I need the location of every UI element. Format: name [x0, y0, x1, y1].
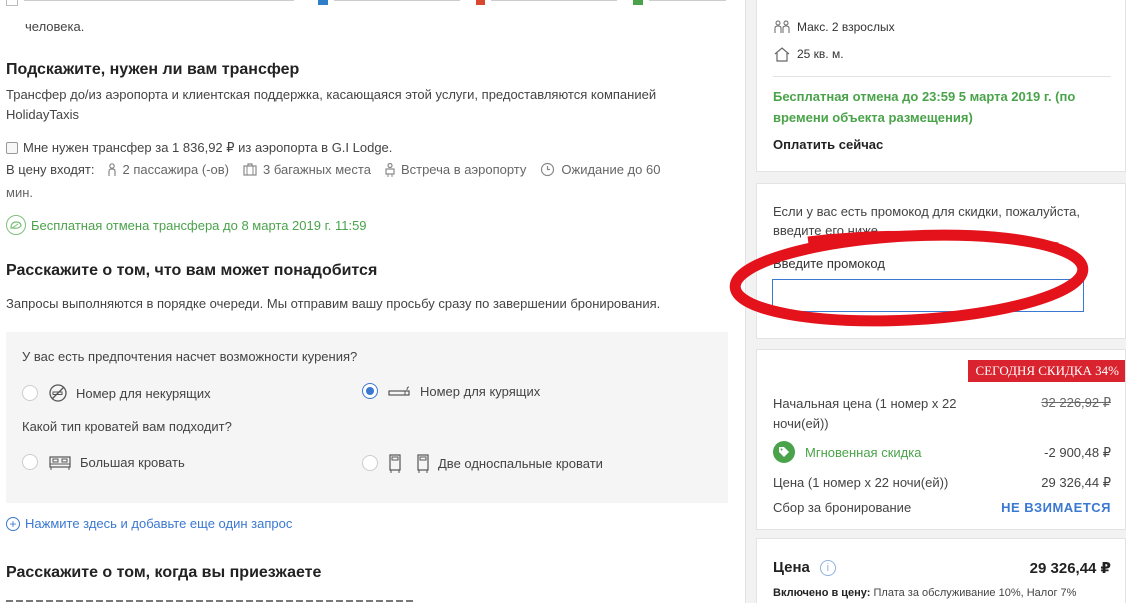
clipped-line-text: человека.	[25, 19, 85, 34]
smoking-radio[interactable]	[362, 383, 378, 399]
include-waiting: Ожидание до 60	[540, 162, 660, 177]
transfer-checkbox[interactable]	[6, 142, 18, 154]
arrival-title: Расскажите о том, когда вы приезжаете	[6, 564, 322, 581]
price-row-label: Начальная цена (1 номер x 22 ночи(ей))	[773, 396, 957, 431]
room-summary-card: Макс. 2 взрослых 25 кв. м. Бесплатная от…	[756, 0, 1126, 172]
smoking-label: Номер для курящих	[420, 383, 541, 399]
twin-beds-radio[interactable]	[362, 455, 378, 471]
total-label-group: Цена i	[773, 559, 836, 576]
smoking-question: У вас есть предпочтения насчет возможнос…	[22, 349, 358, 364]
free-cancel-text: Бесплатная отмена трансфера до 8 марта 2…	[31, 217, 367, 233]
included-taxes: Включено в цену: Плата за обслуживание 1…	[773, 587, 1076, 599]
nonsmoking-option[interactable]: Номер для некурящих	[22, 383, 211, 403]
price-row-original: Начальная цена (1 номер x 22 ночи(ей)) 3…	[773, 394, 1111, 434]
large-bed-option[interactable]: Большая кровать	[22, 453, 185, 471]
plus-icon: +	[6, 516, 20, 531]
house-icon	[774, 47, 790, 62]
promo-description-line: Если у вас есть промокод для скидки, пож…	[773, 204, 1080, 219]
bed-question: Какой тип кроватей вам подходит?	[22, 419, 232, 434]
max-guests-text: Макс. 2 взрослых	[797, 20, 895, 34]
cigarette-icon	[388, 386, 410, 396]
divider	[773, 76, 1111, 77]
room-free-cancellation: Бесплатная отмена до 23:59 5 марта 2019 …	[773, 89, 1076, 125]
total-value: 29 326,44 ₽	[1029, 560, 1111, 577]
transfer-free-cancellation: Бесплатная отмена трансфера до 8 марта 2…	[6, 215, 367, 235]
promo-description: Если у вас есть промокод для скидки, пож…	[773, 202, 1113, 240]
pay-now-label: Оплатить сейчас	[773, 137, 884, 152]
room-area-text: 25 кв. м.	[797, 47, 844, 61]
add-request-link[interactable]: + Нажмите здесь и добавьте еще один запр…	[6, 516, 292, 531]
includes-label: В цену входят:	[6, 162, 95, 177]
transfer-company: HolidayTaxis	[6, 107, 79, 122]
transfer-includes: В цену входят: 2 пассажира (-ов) 3 багаж…	[6, 162, 674, 177]
transfer-checkbox-row[interactable]: Мне нужен трансфер за 1 836,92 ₽ из аэро…	[6, 140, 392, 156]
price-row-value: 32 226,92 ₽	[1041, 395, 1111, 410]
nonsmoking-label: Номер для некурящих	[76, 385, 211, 401]
requests-title: Расскажите о том, что вам может понадоби…	[6, 262, 378, 279]
info-icon[interactable]: i	[819, 559, 836, 576]
includes-wrap-text: мин.	[6, 185, 33, 200]
smoking-option[interactable]: Номер для курящих	[362, 383, 540, 399]
booking-form-panel: человека. Подскажите, нужен ли вам транс…	[0, 0, 745, 603]
total-label: Цена	[773, 559, 810, 576]
large-bed-label: Большая кровать	[80, 454, 185, 470]
include-text: Встреча в аэропорту	[400, 162, 527, 177]
include-text: Ожидание до 60	[561, 162, 661, 177]
price-row-instant-discount: Мгновенная скидка -2 900,48 ₽	[773, 441, 1111, 463]
single-bed-icon	[389, 454, 401, 473]
requests-description: Запросы выполняются в порядке очереди. М…	[6, 296, 661, 311]
person-icon	[107, 162, 116, 176]
promo-description-line: введите его ниже	[773, 223, 879, 238]
included-text: Плата за обслуживание 10%, Налог 7%	[873, 587, 1077, 599]
max-guests-row: Макс. 2 взрослых	[773, 20, 895, 34]
discount-badge: СЕГОДНЯ СКИДКА 34%	[967, 360, 1125, 382]
large-bed-radio[interactable]	[22, 454, 38, 470]
clipped-bottom-row	[6, 597, 416, 603]
no-smoking-icon	[49, 384, 67, 402]
tag-icon	[773, 441, 795, 463]
guests-icon	[774, 20, 790, 33]
luggage-icon	[243, 163, 257, 176]
price-row-value: НЕ ВЗИМАЕТСЯ	[1001, 500, 1111, 515]
greeter-icon	[385, 162, 395, 177]
clock-icon	[541, 162, 555, 177]
include-text: 3 багажных места	[263, 162, 371, 177]
included-label: Включено в цену:	[773, 587, 871, 599]
include-luggage: 3 багажных места	[243, 162, 371, 177]
room-area-row: 25 кв. м.	[773, 46, 844, 62]
price-row-booking-fee: Сбор за бронирование НЕ ВЗИМАЕТСЯ	[773, 500, 1111, 515]
include-text: 2 пассажира (-ов)	[122, 162, 230, 177]
twin-beds-label: Две односпальные кровати	[438, 455, 603, 471]
price-breakdown-card: СЕГОДНЯ СКИДКА 34% Начальная цена (1 ном…	[756, 349, 1126, 530]
leaf-icon	[6, 215, 26, 235]
include-passengers: 2 пассажира (-ов)	[107, 162, 230, 177]
twin-beds-option[interactable]: Две односпальные кровати	[362, 453, 603, 473]
total-price-card: Цена i 29 326,44 ₽ Включено в цену: Плат…	[756, 538, 1126, 603]
nonsmoking-radio[interactable]	[22, 385, 38, 401]
clipped-top-row	[6, 0, 726, 8]
add-request-text: Нажмите здесь и добавьте еще один запрос	[25, 516, 293, 531]
transfer-checkbox-label: Мне нужен трансфер за 1 836,92 ₽ из аэро…	[23, 140, 393, 155]
include-greeter: Встреча в аэропорту	[385, 162, 526, 177]
double-bed-icon	[49, 456, 71, 470]
transfer-title: Подскажите, нужен ли вам трансфер	[6, 61, 300, 78]
promo-label: Введите промокод	[773, 256, 885, 271]
preferences-box: У вас есть предпочтения насчет возможнос…	[6, 332, 728, 503]
single-bed-icon	[417, 454, 429, 473]
price-row-net: Цена (1 номер x 22 ночи(ей)) 29 326,44 ₽	[773, 475, 1111, 490]
price-row-value: 29 326,44 ₽	[1041, 475, 1111, 490]
transfer-description: Трансфер до/из аэропорта и клиентская по…	[6, 87, 657, 102]
price-row-label: Мгновенная скидка	[805, 444, 922, 460]
promo-code-card: Если у вас есть промокод для скидки, пож…	[756, 183, 1126, 339]
promo-code-input[interactable]	[772, 279, 1084, 312]
price-row-value: -2 900,48 ₽	[1044, 445, 1111, 460]
